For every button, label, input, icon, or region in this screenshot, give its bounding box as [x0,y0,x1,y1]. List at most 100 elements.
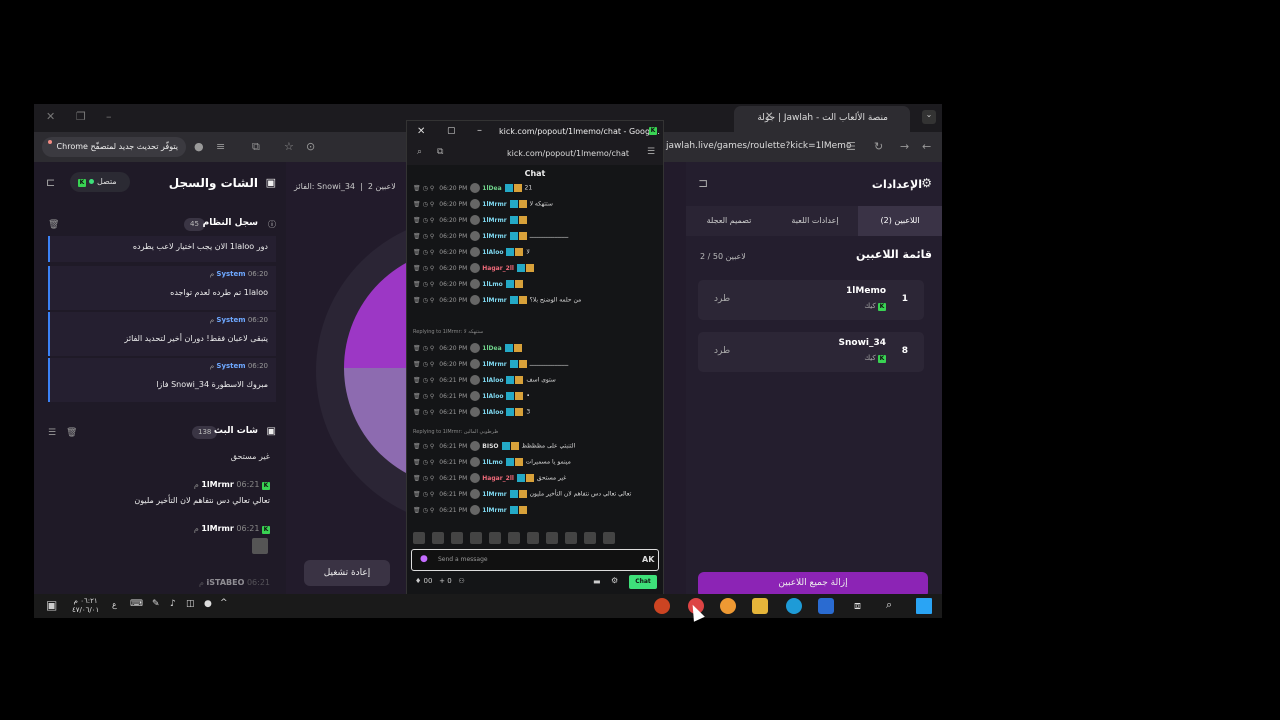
tab-list-icon[interactable]: ≡ [216,140,225,153]
replay-button[interactable]: إعادة تشغيل [304,560,390,586]
pen-icon[interactable]: ✎ [152,599,160,609]
recorder-app-icon[interactable] [654,598,670,614]
trash-icon[interactable]: 🗑 [66,428,77,438]
message-user[interactable]: 1lLmo [482,459,502,466]
minimize-window-icon[interactable]: – [106,110,112,123]
message-user[interactable]: 1lMrmr [482,201,506,208]
speaker-icon[interactable]: ♪ [170,599,176,609]
pin-icon[interactable]: ⚲ [430,233,434,240]
popup-url[interactable]: kick.com/popout/1lmemo/chat [507,149,629,158]
minimize-icon[interactable]: – [477,125,482,136]
microphone-icon[interactable]: ● [420,554,428,564]
chevron-up-icon[interactable]: ^ [220,598,228,608]
delete-icon[interactable]: 🗑 [413,491,421,498]
message-user[interactable]: 1lDea [482,185,501,192]
clock-icon[interactable]: ◷ [423,233,428,240]
message-user[interactable]: 1lMrmr [482,233,506,240]
kick-player-button[interactable]: طرد [714,346,730,356]
clock-icon[interactable]: ◷ [423,345,428,352]
emote-icon[interactable] [508,532,520,544]
message-user[interactable]: Hagar_2ll [482,475,514,482]
pin-icon[interactable]: ⚲ [430,249,434,256]
update-chrome-button[interactable]: يتوفّر تحديث جديد لمتصفّح Chrome [42,137,186,157]
clock-icon[interactable]: ◷ [423,443,428,450]
message-user[interactable]: 1lMrmr [482,491,506,498]
emote-icon[interactable] [451,532,463,544]
clock-icon[interactable]: ◷ [423,361,428,368]
message-user[interactable]: 1lLmo [482,281,502,288]
sort-icon[interactable]: ☰ [48,428,56,438]
emote-icon[interactable] [546,532,558,544]
collapse-panel-icon[interactable]: ⊐ [698,176,708,190]
delete-icon[interactable]: 🗑 [413,393,421,400]
delete-icon[interactable]: 🗑 [413,281,421,288]
network-icon[interactable]: ◫ [186,599,195,609]
profile-icon[interactable]: ● [194,140,204,153]
clock-icon[interactable]: ◷ [423,249,428,256]
chrome-app-icon[interactable] [720,598,736,614]
forward-icon[interactable]: → [900,140,909,153]
pin-icon[interactable]: ⚲ [430,443,434,450]
delete-icon[interactable]: 🗑 [413,507,421,514]
delete-icon[interactable]: 🗑 [413,459,421,466]
clock-icon[interactable]: ◷ [423,201,428,208]
pin-icon[interactable]: ⚲ [430,281,434,288]
maximize-icon[interactable]: ▢ [447,126,456,136]
cast-icon[interactable]: ⧉ [437,147,443,157]
gear-icon[interactable]: ⚙ [611,576,618,585]
pin-icon[interactable]: ⚲ [430,409,434,416]
clock-icon[interactable]: ◷ [423,409,428,416]
windows-start-icon[interactable] [916,598,932,614]
tab-close-icon[interactable]: ✕ [765,111,773,122]
pin-icon[interactable]: ⚲ [430,475,434,482]
clock-icon[interactable]: ◷ [423,393,428,400]
tab-game-settings[interactable]: إعدادات اللعبة [772,206,858,236]
delete-icon[interactable]: 🗑 [413,361,421,368]
delete-icon[interactable]: 🗑 [413,233,421,240]
reload-icon[interactable]: ↻ [874,140,883,153]
site-settings-icon[interactable]: ☰ [647,147,655,157]
url-text[interactable]: jawlah.live/games/roulette?kick=1lMemo [666,141,851,151]
microphone-icon[interactable]: ● [204,599,212,609]
outlook-icon[interactable] [818,598,834,614]
clock-icon[interactable]: ◷ [423,459,428,466]
emote-icon[interactable] [584,532,596,544]
emote-icon[interactable] [527,532,539,544]
message-user[interactable]: Hagar_2ll [482,265,514,272]
emote-picker-icon[interactable]: AK [642,555,654,564]
clock-icon[interactable]: ◷ [423,377,428,384]
delete-icon[interactable]: 🗑 [413,185,421,192]
delete-icon[interactable]: 🗑 [413,409,421,416]
clock-icon[interactable]: ◷ [423,281,428,288]
message-user[interactable]: 1lMrmr [482,507,506,514]
emote-icon[interactable] [565,532,577,544]
message-user[interactable]: 1lMrmr [482,297,506,304]
message-user[interactable]: 1lAloo [482,377,503,384]
send-chat-button[interactable]: Chat [629,575,657,589]
emote-icon[interactable] [432,532,444,544]
message-user[interactable]: 1lAloo [482,249,503,256]
bookmark-star-icon[interactable]: ☆ [284,140,294,153]
pin-icon[interactable]: ⚲ [430,201,434,208]
chat-bubble-icon[interactable]: ▬ [593,577,601,586]
trash-icon[interactable]: 🗑 [48,220,59,230]
clock-icon[interactable]: ◷ [423,185,428,192]
message-user[interactable]: 1lAloo [482,393,503,400]
pin-icon[interactable]: ⚲ [430,393,434,400]
pin-icon[interactable]: ⚲ [430,491,434,498]
tab-wheel-design[interactable]: تصميم العجلة [686,206,772,236]
clock-icon[interactable]: ◷ [423,265,428,272]
search-icon[interactable]: ⌕ [886,598,892,612]
edge-icon[interactable] [786,598,802,614]
pin-icon[interactable]: ⚲ [430,297,434,304]
pin-icon[interactable]: ⚲ [430,265,434,272]
taskbar-clock[interactable]: ٠٦:٢١ م ٤٧/٠٦/٠١ [72,597,99,615]
close-window-icon[interactable]: ✕ [46,110,55,123]
emote-icon[interactable] [489,532,501,544]
clock-icon[interactable]: ◷ [423,507,428,514]
collapse-panel-icon[interactable]: ⊏ [46,176,55,189]
delete-icon[interactable]: 🗑 [413,443,421,450]
message-user[interactable]: 1lDea [482,345,501,352]
keyboard-icon[interactable]: ⌨ [130,599,143,609]
extensions-icon[interactable]: ⧉ [252,140,260,154]
